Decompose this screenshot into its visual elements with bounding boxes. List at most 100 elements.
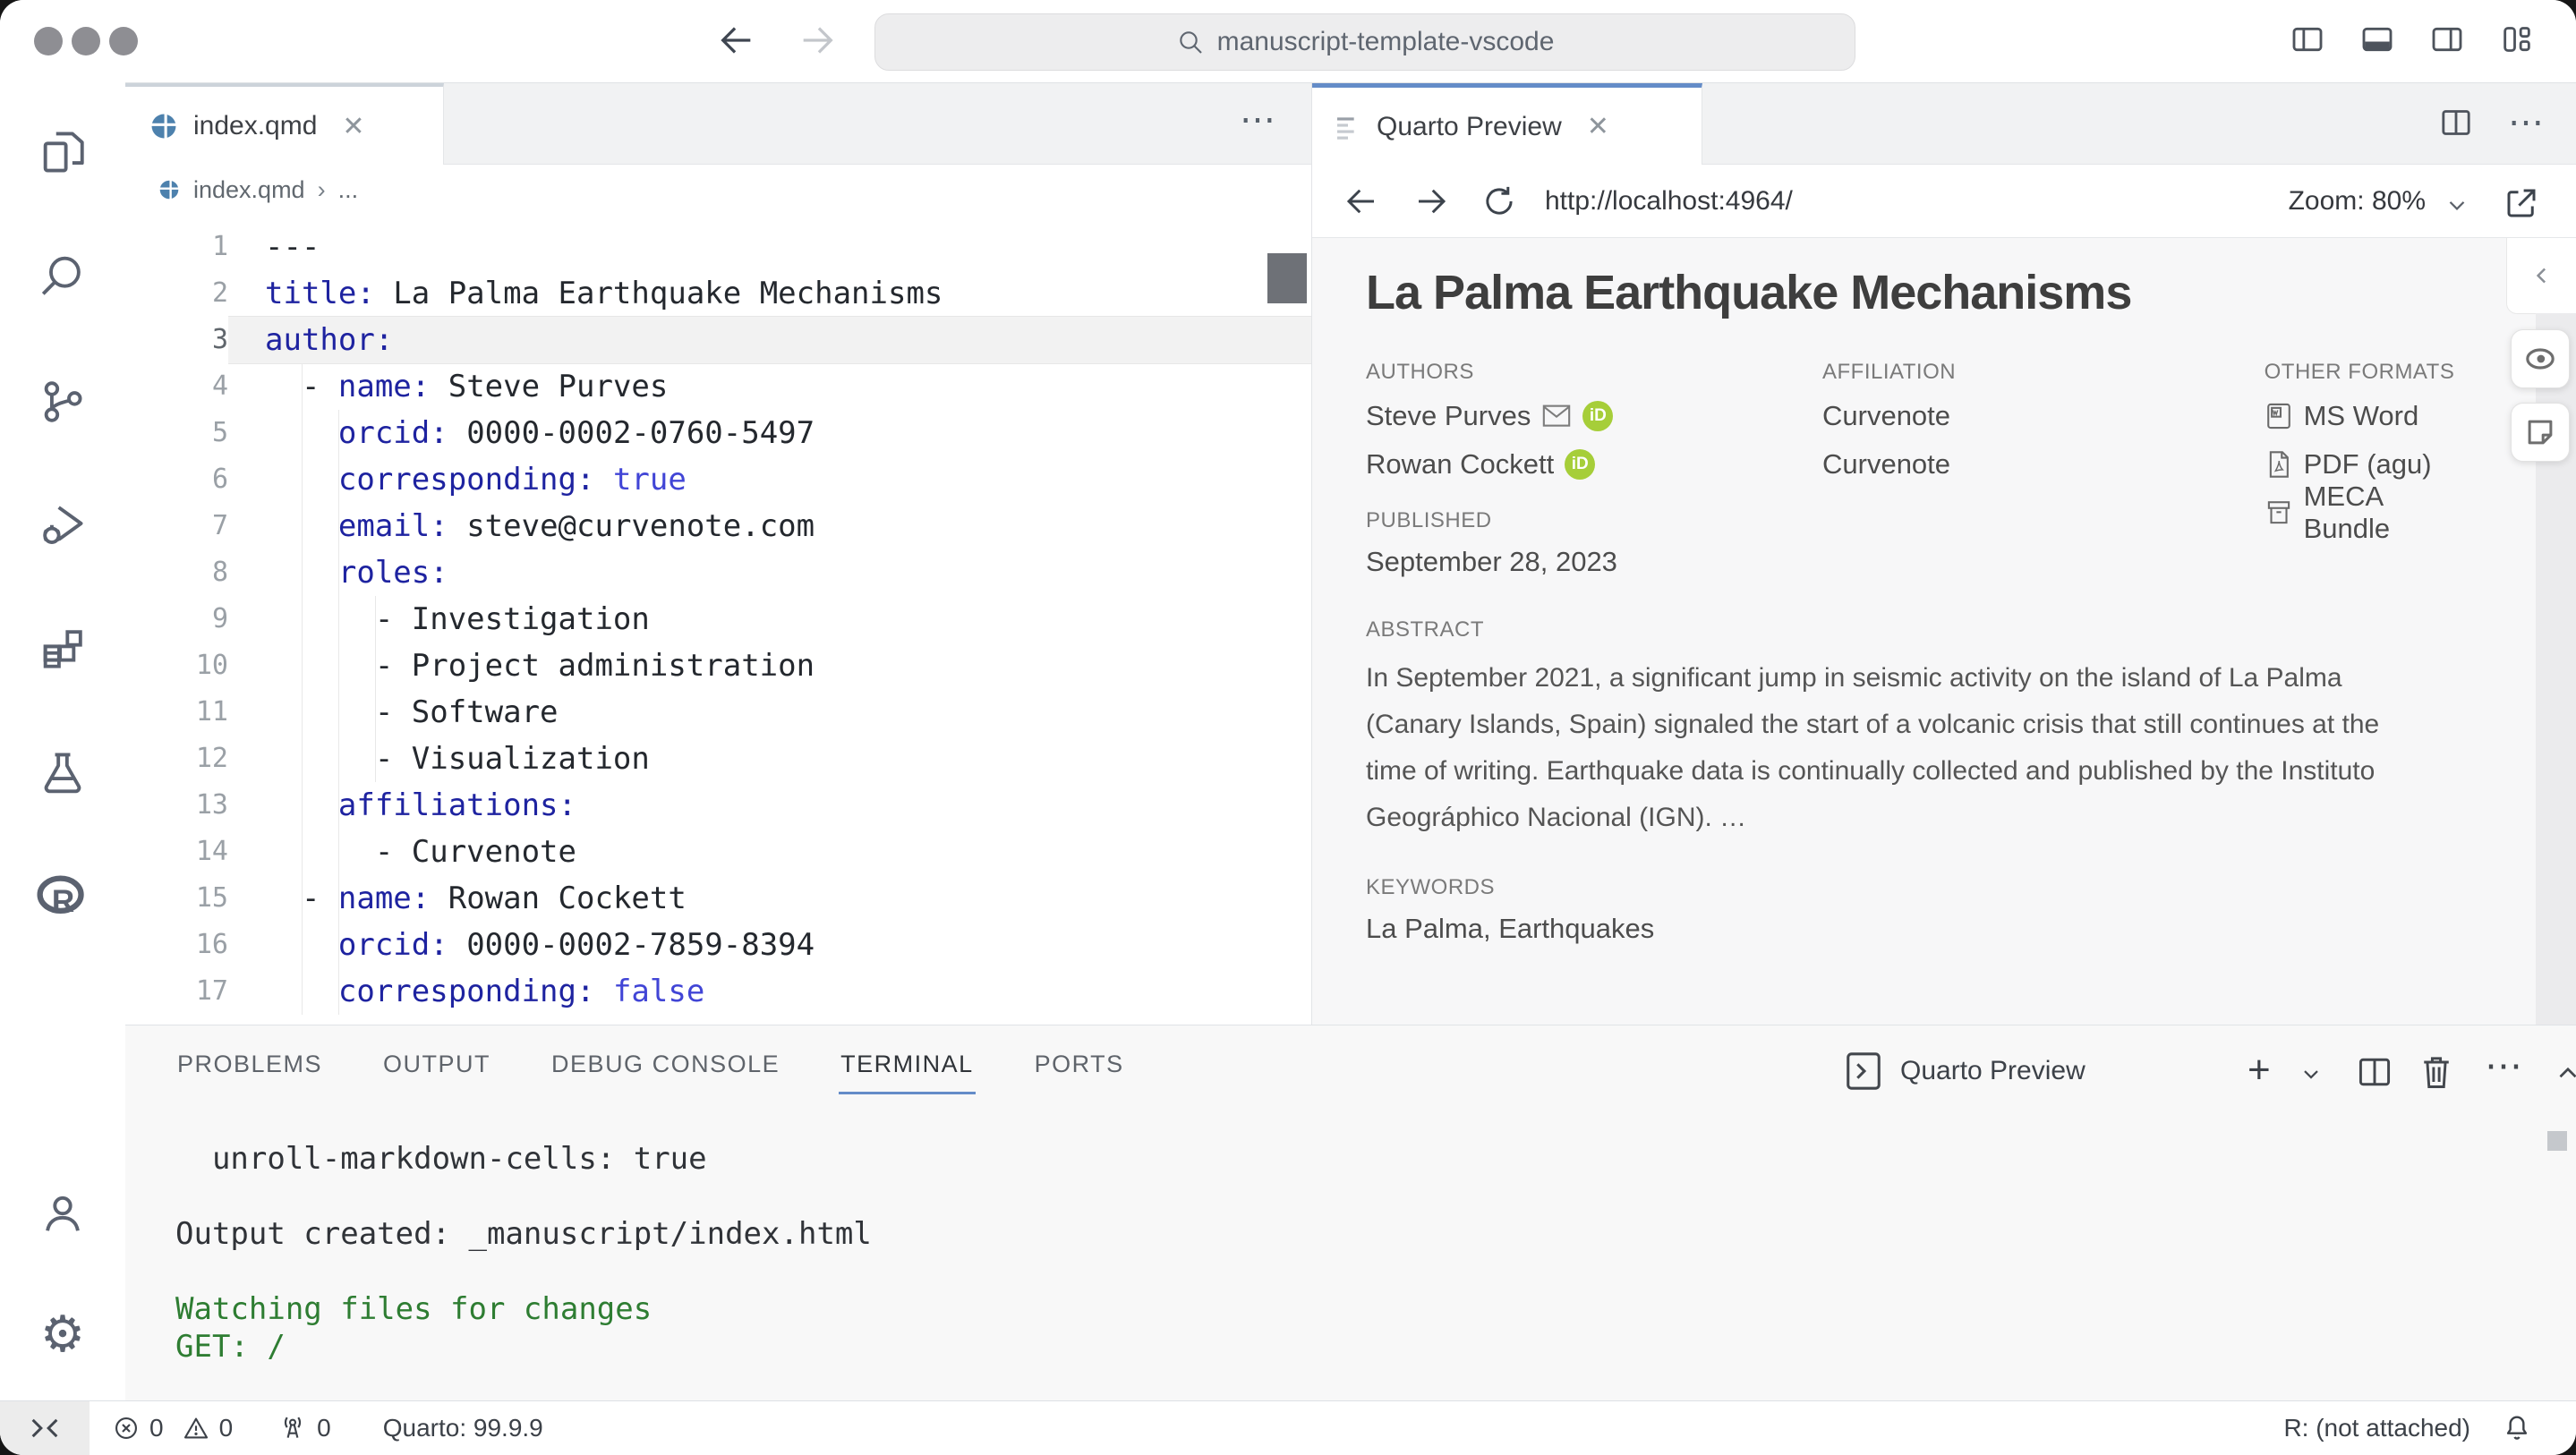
run-debug-icon[interactable] <box>0 498 125 549</box>
format-link[interactable]: PDF (agu) <box>2265 446 2469 483</box>
ports-status[interactable]: 0 <box>277 1413 331 1443</box>
customize-layout-icon[interactable] <box>2498 21 2536 57</box>
history-back-icon[interactable] <box>716 20 757 61</box>
affiliation-label: AFFILIATION <box>1822 360 2265 385</box>
code-line[interactable]: 16 orcid: 0000-0002-7859-8394 <box>125 922 1311 968</box>
terminal-instance-label[interactable]: Quarto Preview <box>1900 1056 2086 1086</box>
preview-url[interactable]: http://localhost:4964/ <box>1545 186 1793 217</box>
editor-more-actions-icon[interactable]: ⋯ <box>1240 99 1275 140</box>
code-line[interactable]: 3author: <box>125 317 1311 363</box>
editor-scrollbar-thumb[interactable] <box>1267 253 1307 303</box>
chevron-down-icon[interactable] <box>2444 191 2470 218</box>
preview-more-actions-icon[interactable]: ⋯ <box>2508 103 2544 142</box>
code-token <box>594 462 612 498</box>
code-line[interactable]: 13 affiliations: <box>125 782 1311 829</box>
breadcrumb[interactable]: index.qmd › ... <box>125 165 1311 215</box>
r-status[interactable]: R: (not attached) <box>2283 1414 2470 1442</box>
account-icon[interactable] <box>0 1187 125 1239</box>
format-label[interactable]: MECA Bundle <box>2304 481 2469 545</box>
orcid-icon[interactable]: iD <box>1565 449 1595 480</box>
code-token: true <box>613 462 687 498</box>
breadcrumb-more[interactable]: ... <box>338 176 359 204</box>
new-terminal-icon[interactable]: + <box>2248 1051 2271 1090</box>
maximize-panel-chevron-icon[interactable] <box>2553 1058 2576 1088</box>
code-line[interactable]: 10 - Project administration <box>125 642 1311 689</box>
code-line[interactable]: 11 - Software <box>125 689 1311 736</box>
source-control-icon[interactable] <box>0 376 125 428</box>
open-external-icon[interactable] <box>2503 184 2540 222</box>
visual-preview-button[interactable] <box>2511 329 2570 388</box>
code-line[interactable]: 9 - Investigation <box>125 596 1311 642</box>
code-text: corresponding: true <box>228 456 1311 503</box>
code-line[interactable]: 1--- <box>125 224 1311 270</box>
split-editor-icon[interactable] <box>2438 105 2474 140</box>
line-number: 17 <box>125 968 228 1015</box>
code-token: - Project administration <box>265 648 815 684</box>
history-forward-icon[interactable] <box>797 20 838 61</box>
ms-word-icon <box>2265 401 2293 431</box>
zoom-window-button[interactable] <box>109 27 138 55</box>
terminal-scrollbar-thumb[interactable] <box>2547 1131 2567 1151</box>
email-icon[interactable] <box>1541 403 1572 430</box>
notifications-bell-icon[interactable] <box>2501 1412 2533 1444</box>
problems-status[interactable]: 0 0 <box>112 1414 233 1442</box>
authors-column: AUTHORS Steve Purves iD Rowan Cockett iD… <box>1366 360 1822 945</box>
toggle-panel-icon[interactable] <box>2358 21 2396 57</box>
minimize-window-button[interactable] <box>72 27 100 55</box>
toggle-secondary-sidebar-icon[interactable] <box>2428 21 2466 57</box>
code-token: orcid: <box>338 415 448 451</box>
tab-quarto-preview[interactable]: Quarto Preview ✕ <box>1312 83 1702 166</box>
code-line[interactable]: 14 - Curvenote <box>125 829 1311 875</box>
code-text: - Curvenote <box>228 829 1311 875</box>
toggle-primary-sidebar-icon[interactable] <box>2289 21 2326 57</box>
terminal-output[interactable]: unroll-markdown-cells: trueOutput create… <box>175 1140 872 1366</box>
split-terminal-icon[interactable] <box>2355 1052 2394 1092</box>
code-line[interactable]: 4 - name: Steve Purves <box>125 363 1311 410</box>
format-link[interactable]: MS Word <box>2265 397 2469 435</box>
format-link[interactable]: MECA Bundle <box>2265 494 2469 532</box>
collapse-rail[interactable] <box>2506 238 2576 314</box>
breadcrumb-file[interactable]: index.qmd <box>193 176 305 204</box>
code-line[interactable]: 6 corresponding: true <box>125 456 1311 503</box>
format-label[interactable]: PDF (agu) <box>2304 448 2432 481</box>
explorer-icon[interactable] <box>0 126 125 178</box>
code-line[interactable]: 5 orcid: 0000-0002-0760-5497 <box>125 410 1311 456</box>
code-editor[interactable]: 1---2title: La Palma Earthquake Mechanis… <box>125 215 1311 1025</box>
traffic-lights[interactable] <box>34 27 138 55</box>
command-center-search[interactable]: manuscript-template-vscode <box>874 13 1855 71</box>
terminal-dropdown-chevron-icon[interactable] <box>2299 1061 2324 1086</box>
code-line[interactable]: 7 email: steve@curvenote.com <box>125 503 1311 549</box>
search-sidebar-icon[interactable] <box>0 251 125 302</box>
kill-terminal-trash-icon[interactable] <box>2417 1051 2456 1093</box>
notes-button[interactable] <box>2511 403 2570 462</box>
code-line[interactable]: 15 - name: Rowan Cockett <box>125 875 1311 922</box>
other-formats-label: OTHER FORMATS <box>2265 360 2469 385</box>
tab-close-icon[interactable]: ✕ <box>342 111 364 142</box>
preview-back-icon[interactable] <box>1343 183 1380 220</box>
code-line[interactable]: 8 roles: <box>125 549 1311 596</box>
author-row: Rowan Cockett iD <box>1366 446 1822 483</box>
preview-zoom-label[interactable]: Zoom: 80% <box>2289 186 2426 217</box>
preview-forward-icon[interactable] <box>1412 183 1450 220</box>
testing-icon[interactable] <box>0 747 125 799</box>
code-token: email: <box>338 508 448 544</box>
quarto-version-status[interactable]: Quarto: 99.9.9 <box>383 1414 543 1442</box>
preview-reload-icon[interactable] <box>1480 183 1518 220</box>
panel-more-actions-icon[interactable]: ⋯ <box>2485 1043 2522 1087</box>
format-label[interactable]: MS Word <box>2304 400 2419 432</box>
code-line[interactable]: 12 - Visualization <box>125 736 1311 782</box>
settings-gear-icon[interactable]: ⚙ <box>0 1310 125 1360</box>
extensions-icon[interactable] <box>0 624 125 676</box>
remote-indicator[interactable] <box>0 1401 90 1455</box>
code-text: corresponding: false <box>228 968 1311 1015</box>
tab-index-qmd[interactable]: index.qmd ✕ <box>125 83 444 166</box>
line-number: 12 <box>125 736 228 782</box>
close-window-button[interactable] <box>34 27 63 55</box>
orcid-icon[interactable]: iD <box>1582 401 1613 431</box>
code-token: roles: <box>338 555 448 591</box>
code-line[interactable]: 17 corresponding: false <box>125 968 1311 1015</box>
terminal-process-icon[interactable] <box>1843 1049 1884 1093</box>
tab-close-icon[interactable]: ✕ <box>1587 111 1609 142</box>
r-extension-icon[interactable]: R <box>0 870 125 922</box>
code-line[interactable]: 2title: La Palma Earthquake Mechanisms <box>125 270 1311 317</box>
